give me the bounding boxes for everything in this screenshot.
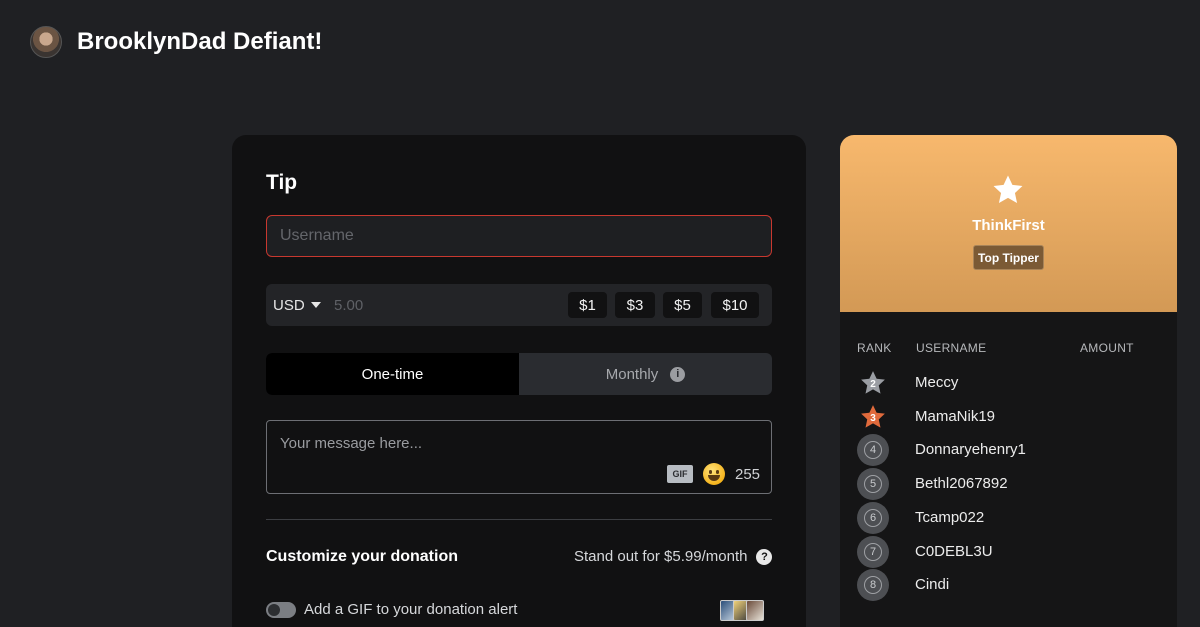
top-tipper-badge: Top Tipper — [973, 245, 1044, 270]
leaderboard-username: Meccy — [915, 374, 959, 391]
gif-alert-label: Add a GIF to your donation alert — [304, 601, 518, 618]
standout-info: Stand out for $5.99/month ? — [574, 548, 773, 565]
leaderboard-row: 8 Cindi — [840, 568, 1177, 602]
leaderboard-row: 7 C0DEBL3U — [840, 535, 1177, 569]
column-header-amount: AMOUNT — [1080, 341, 1134, 355]
leaderboard-row: 5 Bethl2067892 — [840, 467, 1177, 501]
one-time-tab[interactable]: One-time — [266, 353, 519, 395]
gif-thumbnails — [720, 600, 764, 621]
help-icon[interactable]: ? — [756, 548, 773, 565]
top-tipper-banner: ThinkFirst Top Tipper — [840, 135, 1177, 312]
preset-1-button[interactable]: $1 — [568, 292, 607, 318]
gif-thumbnail — [746, 600, 764, 621]
leaderboard: ThinkFirst Top Tipper RANK USERNAME AMOU… — [840, 135, 1177, 627]
gif-alert-row: Add a GIF to your donation alert — [266, 600, 772, 621]
column-header-username: USERNAME — [916, 341, 987, 355]
leaderboard-row: 3 MamaNik19 — [840, 400, 1177, 434]
tip-card: Tip USD $1 $3 $5 $10 One-time Monthly i … — [232, 135, 806, 627]
divider — [266, 519, 772, 520]
preset-5-button[interactable]: $5 — [663, 292, 702, 318]
column-header-rank: RANK — [857, 341, 892, 355]
rank-badge: 5 — [857, 468, 889, 500]
char-count: 255 — [735, 466, 761, 483]
username-input[interactable] — [266, 215, 772, 257]
tip-title: Tip — [266, 171, 298, 194]
rank-badge: 6 — [857, 502, 889, 534]
rank-number: 4 — [864, 441, 882, 459]
leaderboard-username: C0DEBL3U — [915, 543, 993, 560]
monthly-tab[interactable]: Monthly i — [519, 353, 772, 395]
standout-text: Stand out for $5.99/month — [574, 548, 748, 565]
leaderboard-username: Donnaryehenry1 — [915, 441, 1026, 458]
leaderboard-username: MamaNik19 — [915, 408, 996, 425]
leaderboard-username: Tcamp022 — [915, 509, 985, 526]
top-tipper-name: ThinkFirst — [972, 217, 1045, 234]
message-box: GIF 255 — [266, 420, 772, 494]
leaderboard-row: 6 Tcamp022 — [840, 501, 1177, 535]
amount-row: USD $1 $3 $5 $10 — [266, 284, 772, 326]
rank-number: 2 — [870, 379, 876, 390]
channel-name: BrooklynDad Defiant! — [77, 28, 323, 55]
leaderboard-row: 4 Donnaryehenry1 — [840, 433, 1177, 467]
leaderboard-row: 2 Meccy — [840, 366, 1177, 400]
chevron-down-icon — [310, 302, 321, 308]
rank-number: 3 — [870, 413, 876, 424]
rank-number: 5 — [864, 475, 882, 493]
gif-alert-toggle[interactable] — [266, 602, 296, 618]
preset-10-button[interactable]: $10 — [711, 292, 759, 318]
currency-label: USD — [273, 296, 305, 314]
customize-title: Customize your donation — [266, 548, 458, 565]
message-input[interactable] — [267, 421, 771, 493]
channel-header: BrooklynDad Defiant! — [30, 26, 322, 58]
rank-number: 8 — [864, 576, 882, 594]
amount-input[interactable] — [334, 284, 534, 326]
star-icon — [993, 175, 1023, 204]
avatar[interactable] — [30, 26, 62, 58]
emoji-icon[interactable] — [703, 463, 725, 485]
rank-badge: 7 — [857, 536, 889, 568]
preset-3-button[interactable]: $3 — [615, 292, 655, 318]
info-icon[interactable]: i — [670, 366, 686, 382]
leaderboard-username: Cindi — [915, 576, 950, 593]
leaderboard-username: Bethl2067892 — [915, 475, 1008, 492]
monthly-label: Monthly — [605, 365, 659, 383]
rank-number: 7 — [864, 543, 882, 561]
currency-select[interactable]: USD — [273, 284, 321, 326]
rank-badge: 4 — [857, 434, 889, 466]
gif-button[interactable]: GIF — [667, 465, 693, 483]
frequency-toggle: One-time Monthly i — [266, 353, 772, 395]
rank-number: 6 — [864, 509, 882, 527]
rank-badge: 8 — [857, 569, 889, 601]
